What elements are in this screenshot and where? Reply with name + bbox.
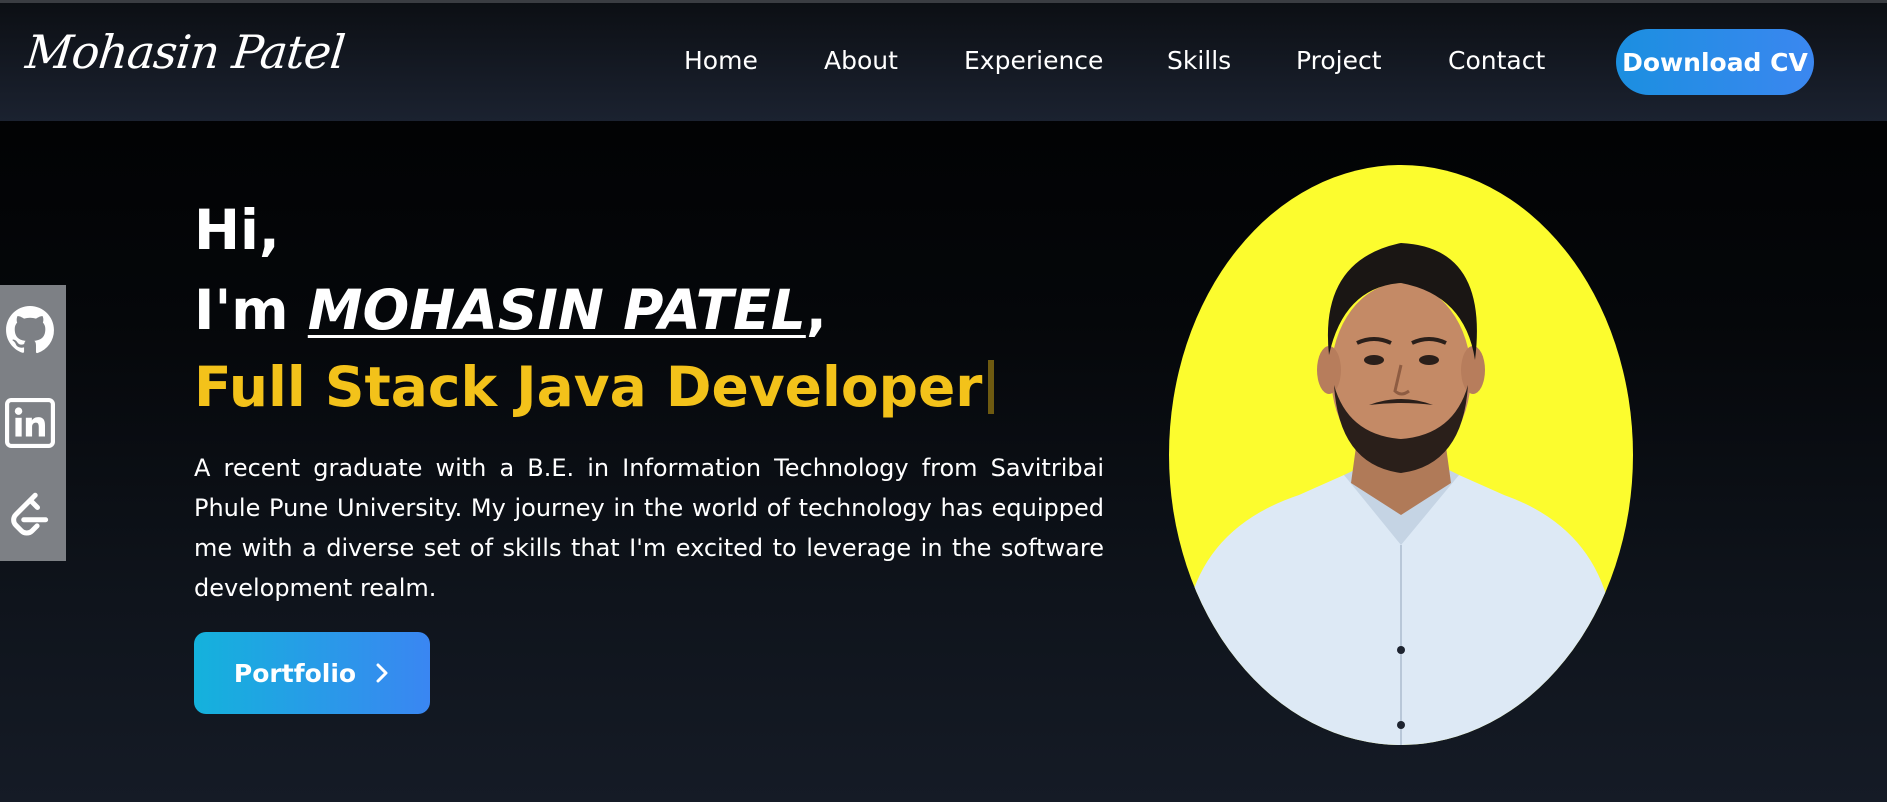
role-text: Full Stack Java Developer: [194, 355, 983, 419]
nav-skills[interactable]: Skills: [1167, 46, 1231, 75]
role-typing-heading: Full Stack Java Developer: [194, 355, 995, 419]
linkedin-icon[interactable]: [5, 398, 55, 448]
intro-heading: I'm MOHASIN PATEL,: [194, 278, 827, 342]
chevron-right-icon: [376, 663, 388, 683]
nav-home[interactable]: Home: [684, 46, 758, 75]
bio-paragraph: A recent graduate with a B.E. in Informa…: [194, 454, 1104, 602]
github-icon[interactable]: [5, 305, 55, 355]
nav-about[interactable]: About: [824, 46, 898, 75]
nav-links: Home About Experience Skills Project Con…: [0, 46, 1887, 82]
social-sidebar: [0, 285, 66, 561]
navbar: Mohasin Patel Home About Experience Skil…: [0, 3, 1887, 121]
leetcode-icon[interactable]: [5, 490, 55, 540]
portfolio-button[interactable]: Portfolio: [194, 632, 430, 714]
nav-experience[interactable]: Experience: [964, 46, 1103, 75]
download-cv-button[interactable]: Download CV: [1616, 29, 1814, 95]
nav-contact[interactable]: Contact: [1448, 46, 1545, 75]
profile-photo-illustration: [1189, 243, 1609, 745]
intro-suffix: ,: [805, 278, 827, 342]
name-highlight: MOHASIN PATEL: [307, 278, 806, 342]
intro-prefix: I'm: [194, 278, 308, 342]
portfolio-label: Portfolio: [233, 658, 357, 688]
typing-cursor: [988, 360, 995, 414]
greeting-heading: Hi,: [194, 198, 280, 262]
profile-photo: [1169, 165, 1633, 745]
nav-project[interactable]: Project: [1296, 46, 1382, 75]
